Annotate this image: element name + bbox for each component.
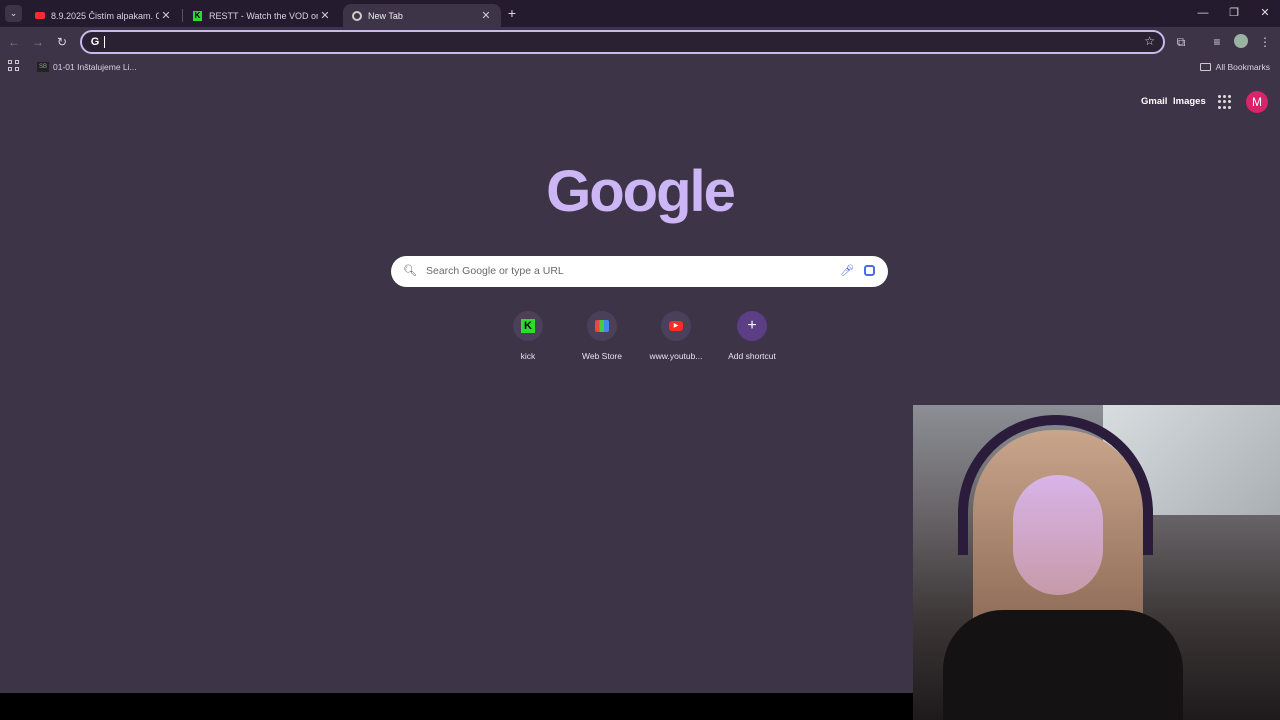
shortcut-kick[interactable]: K kick xyxy=(493,311,563,361)
toolbar: ← → ↻ G ☆ ⧉ ≡ ⋮ xyxy=(0,27,1280,56)
google-g-icon: G xyxy=(90,36,100,48)
images-link[interactable]: Images xyxy=(1173,96,1206,107)
apps-grid-icon[interactable] xyxy=(8,60,19,71)
shortcut-web-store[interactable]: Web Store xyxy=(567,311,637,361)
forward-arrow-icon[interactable]: → xyxy=(29,33,47,51)
restore-icon[interactable]: ❐ xyxy=(1219,4,1249,22)
webcam-person-body xyxy=(943,610,1183,720)
kick-icon: K xyxy=(193,10,202,21)
profile-avatar[interactable] xyxy=(1234,34,1248,48)
bookmark-item[interactable]: SB 01-01 Inštalujeme Li... xyxy=(37,59,137,75)
shortcut-youtube[interactable]: ▶ www.youtub... xyxy=(641,311,711,361)
shortcut-label: kick xyxy=(520,351,536,361)
google-logo: Google xyxy=(546,159,736,224)
minimize-icon[interactable]: — xyxy=(1188,4,1218,22)
media-queue-icon[interactable]: ≡ xyxy=(1208,33,1226,51)
webstore-icon xyxy=(595,320,609,332)
extensions-puzzle-icon[interactable]: ⧉ xyxy=(1172,33,1190,51)
tab-search-chevron-icon[interactable]: ⌄ xyxy=(5,5,22,22)
plus-icon: + xyxy=(747,317,757,334)
bookmarks-bar: SB 01-01 Inštalujeme Li... All Bookmarks xyxy=(0,56,1280,78)
youtube-icon: ▶ xyxy=(669,321,683,331)
youtube-icon xyxy=(34,10,45,21)
address-bar[interactable]: G ☆ xyxy=(80,30,1165,54)
close-tab-icon[interactable]: ✕ xyxy=(479,9,493,22)
more-menu-icon[interactable]: ⋮ xyxy=(1256,33,1274,51)
close-window-icon[interactable]: ✕ xyxy=(1250,4,1280,22)
folder-icon xyxy=(1199,63,1211,71)
microphone-icon[interactable]: 🎤︎ xyxy=(840,264,854,277)
bookmark-label: 01-01 Inštalujeme Li... xyxy=(53,62,137,72)
bookmark-favicon: SB xyxy=(37,62,49,72)
back-arrow-icon[interactable]: ← xyxy=(5,33,23,51)
tab-title: New Tab xyxy=(368,10,403,21)
webcam-overlay xyxy=(913,405,1280,720)
tab-title: RESTT - Watch the VOD on Kick xyxy=(209,10,318,21)
tab-title: 8.9.2025 Čistím alpakam. Co so xyxy=(51,10,159,21)
search-icon: 🔍︎ xyxy=(403,265,417,277)
tab-kick[interactable]: K RESTT - Watch the VOD on Kick ✕ xyxy=(184,4,340,27)
reload-icon[interactable]: ↻ xyxy=(53,33,71,51)
shortcut-label: Web Store xyxy=(581,351,622,361)
all-bookmarks-button[interactable]: All Bookmarks xyxy=(1199,59,1270,75)
kick-icon: K xyxy=(521,319,535,333)
tab-strip: ⌄ 8.9.2025 Čistím alpakam. Co so ✕ K RES… xyxy=(0,0,1280,27)
chrome-icon xyxy=(351,10,362,21)
tab-new-tab[interactable]: New Tab ✕ xyxy=(343,4,501,27)
shortcut-label: www.youtub... xyxy=(649,351,703,361)
add-shortcut-button[interactable]: + Add shortcut xyxy=(717,311,787,361)
all-bookmarks-label: All Bookmarks xyxy=(1215,62,1270,72)
google-lens-icon[interactable] xyxy=(864,265,875,276)
text-caret xyxy=(104,36,105,48)
bookmark-star-icon[interactable]: ☆ xyxy=(1144,34,1155,48)
close-tab-icon[interactable]: ✕ xyxy=(159,9,173,22)
new-tab-plus-icon[interactable]: + xyxy=(504,5,520,21)
gmail-link[interactable]: Gmail xyxy=(1141,96,1167,107)
google-apps-icon[interactable] xyxy=(1218,95,1232,109)
tab-separator xyxy=(182,9,183,22)
search-box[interactable]: 🔍︎ Search Google or type a URL 🎤︎ xyxy=(391,256,888,287)
close-tab-icon[interactable]: ✕ xyxy=(318,9,332,22)
search-placeholder: Search Google or type a URL xyxy=(426,265,564,277)
account-avatar[interactable]: M xyxy=(1246,91,1268,113)
shortcut-label: Add shortcut xyxy=(728,351,776,361)
tab-youtube[interactable]: 8.9.2025 Čistím alpakam. Co so ✕ xyxy=(26,4,181,27)
